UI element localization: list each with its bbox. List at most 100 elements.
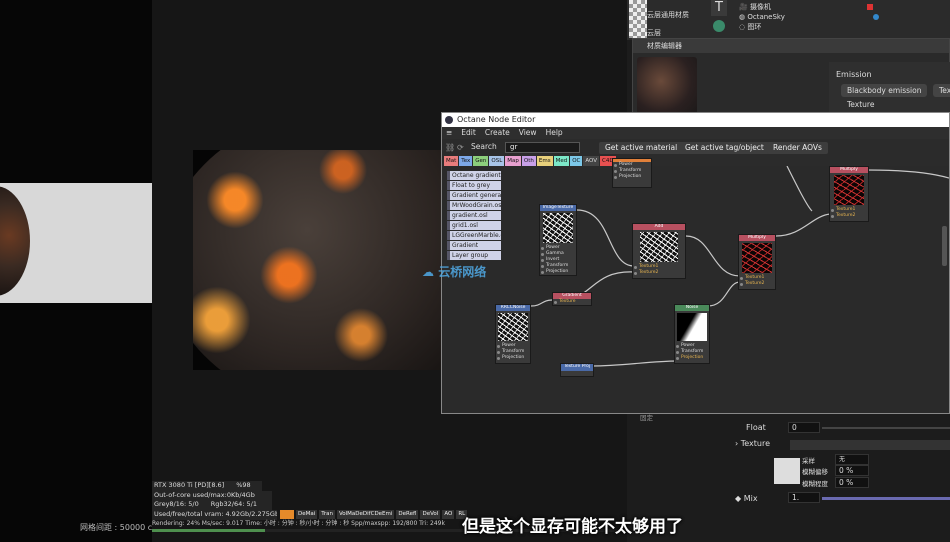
category-tab-gen[interactable]: Gen [473, 156, 489, 166]
node-noise[interactable]: Noise Power Transform Projection [674, 304, 710, 364]
node-multiply-1-preview [742, 243, 772, 273]
mix-row: ◆ Mix [735, 494, 758, 503]
wire-image-to-add [576, 209, 635, 267]
render-aovs-button[interactable]: Render AOVs [767, 142, 828, 154]
search-input[interactable]: gr [505, 142, 580, 153]
category-tab-oth[interactable]: Oth [521, 156, 536, 166]
blackbody-emission-button[interactable]: Blackbody emission [841, 84, 928, 97]
node-image-texture-preview [543, 213, 573, 243]
category-tab-oc[interactable]: OC [570, 156, 583, 166]
node-result-item[interactable]: LGGreenMarble.os [447, 231, 501, 240]
node-multiply-1[interactable]: Multiply Texture1 Texture2 [738, 234, 776, 290]
menu-edit[interactable]: Edit [461, 127, 476, 139]
refresh-icon[interactable]: ⟳ [457, 143, 464, 152]
menu-help[interactable]: Help [546, 127, 563, 139]
blur-offset-input[interactable]: 0 % [835, 465, 869, 476]
node-multiply-2-title: Multiply [830, 167, 868, 173]
wire-multiply-out [866, 169, 949, 179]
object-ring[interactable]: ◌ 图环 [739, 22, 761, 32]
sample-dropdown[interactable]: 无 [835, 454, 869, 465]
node-result-item[interactable]: Gradient [447, 241, 501, 250]
node-editor-title: Octane Node Editor [457, 115, 536, 124]
link-icon[interactable]: ⛓ [445, 143, 455, 152]
watermark-text: 云桥网络 [438, 265, 487, 279]
node-image-texture[interactable]: ImageTexture Power Gamma Invert Transfor… [539, 204, 577, 276]
mix-input[interactable]: 1. [788, 492, 820, 503]
object-row-cloud[interactable]: 云层 [647, 28, 661, 38]
node-noise-preview [677, 313, 707, 341]
node-multiply-2[interactable]: Multiply Texture1 Texture2 [829, 166, 869, 222]
object-row-cloud-material[interactable]: 云层通用材质 [647, 10, 689, 20]
node-add-preview [640, 232, 678, 262]
node-top-port-projection[interactable]: Projection [613, 174, 651, 180]
node-gradient[interactable]: Gradient Texture [552, 292, 592, 306]
node-connections [530, 166, 949, 367]
octane-object-icon[interactable] [713, 20, 725, 32]
node-rrcc-port-projection[interactable]: Projection [496, 355, 530, 361]
emission-section: Emission Blackbody emission Text Texture [829, 62, 950, 117]
mix-slider[interactable] [822, 497, 950, 500]
node-result-item[interactable]: Layer group [447, 251, 501, 260]
float-input[interactable]: 0 [788, 422, 820, 433]
texture-dropdown[interactable] [790, 440, 950, 450]
node-result-item[interactable]: Gradient generato [447, 191, 501, 200]
node-multiply-1-title: Multiply [739, 235, 775, 241]
node-result-item[interactable]: Float to grey [447, 181, 501, 190]
node-rrcc-noise-title: RRCCNoise [496, 305, 530, 311]
mix-label: Mix [743, 494, 758, 503]
object-manager: 云层通用材质 云层 T 🎥 摄像机 ◍ OctaneSky ◌ 图环 [627, 0, 950, 40]
node-result-item[interactable]: grid1.osl [447, 221, 501, 230]
node-gradient-port-texture[interactable]: Texture [553, 299, 591, 305]
category-tab-map[interactable]: Map [505, 156, 521, 166]
text-tool-icon[interactable]: T [711, 0, 727, 16]
texture-swatch[interactable] [774, 458, 800, 484]
float-slider[interactable] [822, 427, 950, 429]
category-tab-aov[interactable]: AOV [583, 156, 600, 166]
canvas-scrollbar[interactable] [942, 226, 947, 266]
menu-view[interactable]: View [519, 127, 537, 139]
node-add-title: Add [633, 224, 685, 230]
node-texture-projection[interactable]: Texture Proj [560, 363, 594, 377]
node-search-results: Octane gradient Float to grey Gradient gen… [447, 171, 501, 261]
tag-blue-icon[interactable] [873, 14, 879, 20]
tag-red-icon[interactable] [867, 4, 873, 10]
node-rrcc-noise[interactable]: RRCCNoise Power Transform Projection [495, 304, 531, 364]
node-result-item[interactable]: Octane gradient [447, 171, 501, 180]
node-graph-canvas[interactable]: Power Transform Projection ImageTexture … [442, 158, 949, 413]
node-multiply-2-port-texture2[interactable]: Texture2 [830, 213, 868, 219]
object-camera[interactable]: 🎥 摄像机 [739, 2, 771, 12]
node-noise-port-projection[interactable]: Projection [675, 355, 709, 361]
octane-node-editor: Octane Node Editor ≡ Edit Create View He… [422, 112, 950, 414]
node-image-port-projection[interactable]: Projection [540, 269, 576, 275]
get-active-tag-button[interactable]: Get active tag/object [679, 142, 770, 154]
emission-label: Emission [836, 70, 872, 79]
hamburger-icon[interactable]: ≡ [446, 127, 452, 139]
category-tab-tex[interactable]: Tex [459, 156, 473, 166]
node-result-item[interactable]: gradient.osl [447, 211, 501, 220]
octane-logo-icon [445, 116, 453, 124]
object-octanesky[interactable]: ◍ OctaneSky [739, 12, 785, 22]
wire-add-to-multiply [685, 235, 741, 277]
category-tab-mat[interactable]: Mat [444, 156, 459, 166]
blur-scale-input[interactable]: 0 % [835, 477, 869, 488]
node-noise-title: Noise [675, 305, 709, 311]
category-tab-osl[interactable]: OSL [489, 156, 505, 166]
object-ring-label: 图环 [747, 23, 762, 31]
rgb-textures: Rgb32/64: 5/1 [210, 500, 257, 508]
node-multiply-1-port-texture2[interactable]: Texture2 [739, 281, 775, 287]
node-result-item[interactable]: MrWoodGrain.osl [447, 201, 501, 210]
get-active-material-button[interactable]: Get active material [599, 142, 684, 154]
texture-emission-button[interactable]: Text [933, 84, 950, 97]
menu-create[interactable]: Create [485, 127, 510, 139]
wire-multiply-to-multiply [775, 213, 831, 237]
wire-top [786, 166, 813, 212]
grey-textures: Grey8/16: 5/0 [154, 500, 199, 508]
node-rrcc-noise-preview [498, 313, 528, 341]
texture-row[interactable]: › Texture [735, 439, 770, 448]
category-tab-ems[interactable]: Ems [536, 156, 553, 166]
material-preview[interactable] [637, 57, 697, 117]
node-top[interactable]: Power Transform Projection [612, 158, 652, 188]
node-add-port-texture2[interactable]: Texture2 [633, 270, 685, 276]
category-tab-med[interactable]: Med [553, 156, 570, 166]
node-add[interactable]: Add Texture1 Texture2 [632, 223, 686, 279]
